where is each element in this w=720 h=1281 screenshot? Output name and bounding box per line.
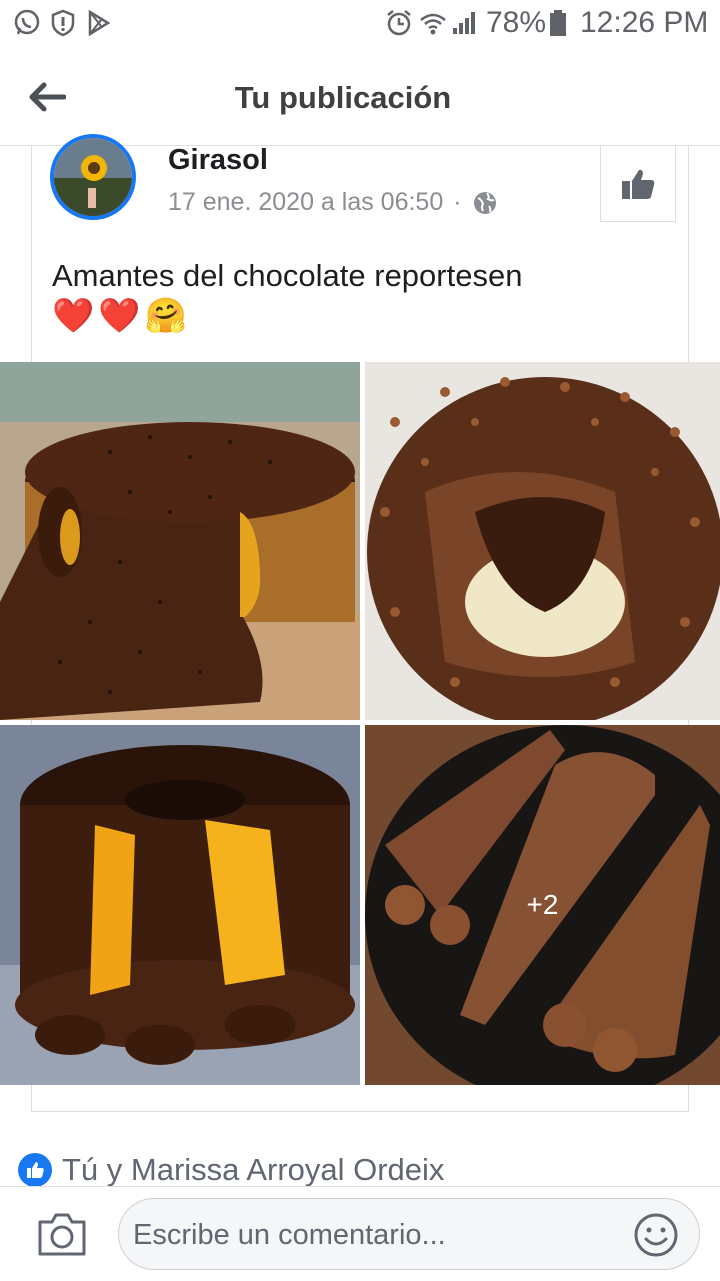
- comment-input[interactable]: [131, 1213, 615, 1257]
- like-button[interactable]: [600, 146, 676, 222]
- author-name[interactable]: Girasol: [168, 144, 268, 177]
- red-heart-emoji: ❤️: [98, 297, 141, 335]
- like-reaction-icon: [18, 1153, 52, 1187]
- clock: 12:26 PM: [580, 6, 709, 39]
- top-bar: Tu publicación: [0, 50, 720, 146]
- battery-percent: 78%: [486, 6, 547, 39]
- page-title: Tu publicación: [234, 80, 452, 115]
- whatsapp-icon: [14, 9, 40, 35]
- thumbs-up-icon: [622, 169, 655, 199]
- meta-separator: ·: [453, 188, 462, 216]
- signal-icon: [453, 12, 475, 34]
- shield-alert-icon: [51, 9, 75, 37]
- post-text: Amantes del chocolate reportesen: [52, 258, 523, 293]
- photo-2[interactable]: [365, 362, 720, 720]
- red-heart-emoji: ❤️: [52, 297, 95, 335]
- post-emojis: ❤️ ❤️ 🤗: [52, 296, 187, 336]
- sunflower-photo: [54, 138, 132, 216]
- battery-icon: [550, 10, 566, 36]
- comment-box: [118, 1198, 700, 1270]
- hugging-face-emoji: 🤗: [144, 297, 188, 335]
- play-store-icon: [88, 9, 111, 37]
- emoji-icon[interactable]: [633, 1212, 679, 1258]
- wifi-icon: [420, 13, 446, 35]
- camera-icon[interactable]: [36, 1210, 88, 1258]
- post-timestamp[interactable]: 17 ene. 2020 a las 06:50: [168, 188, 443, 217]
- photo-1[interactable]: [0, 362, 360, 720]
- alarm-icon: [387, 10, 411, 36]
- status-bar: 78% 12:26 PM: [0, 0, 720, 50]
- reactions-summary[interactable]: Tú y Marissa Arroyal Ordeix: [18, 1152, 444, 1188]
- author-avatar[interactable]: [50, 134, 136, 220]
- post-meta: 17 ene. 2020 a las 06:50 ·: [168, 188, 498, 217]
- photo-3[interactable]: [0, 725, 360, 1085]
- reactions-text: Tú y Marissa Arroyal Ordeix: [62, 1152, 445, 1187]
- more-photos-count[interactable]: +2: [365, 725, 720, 1085]
- globe-icon: [473, 191, 496, 214]
